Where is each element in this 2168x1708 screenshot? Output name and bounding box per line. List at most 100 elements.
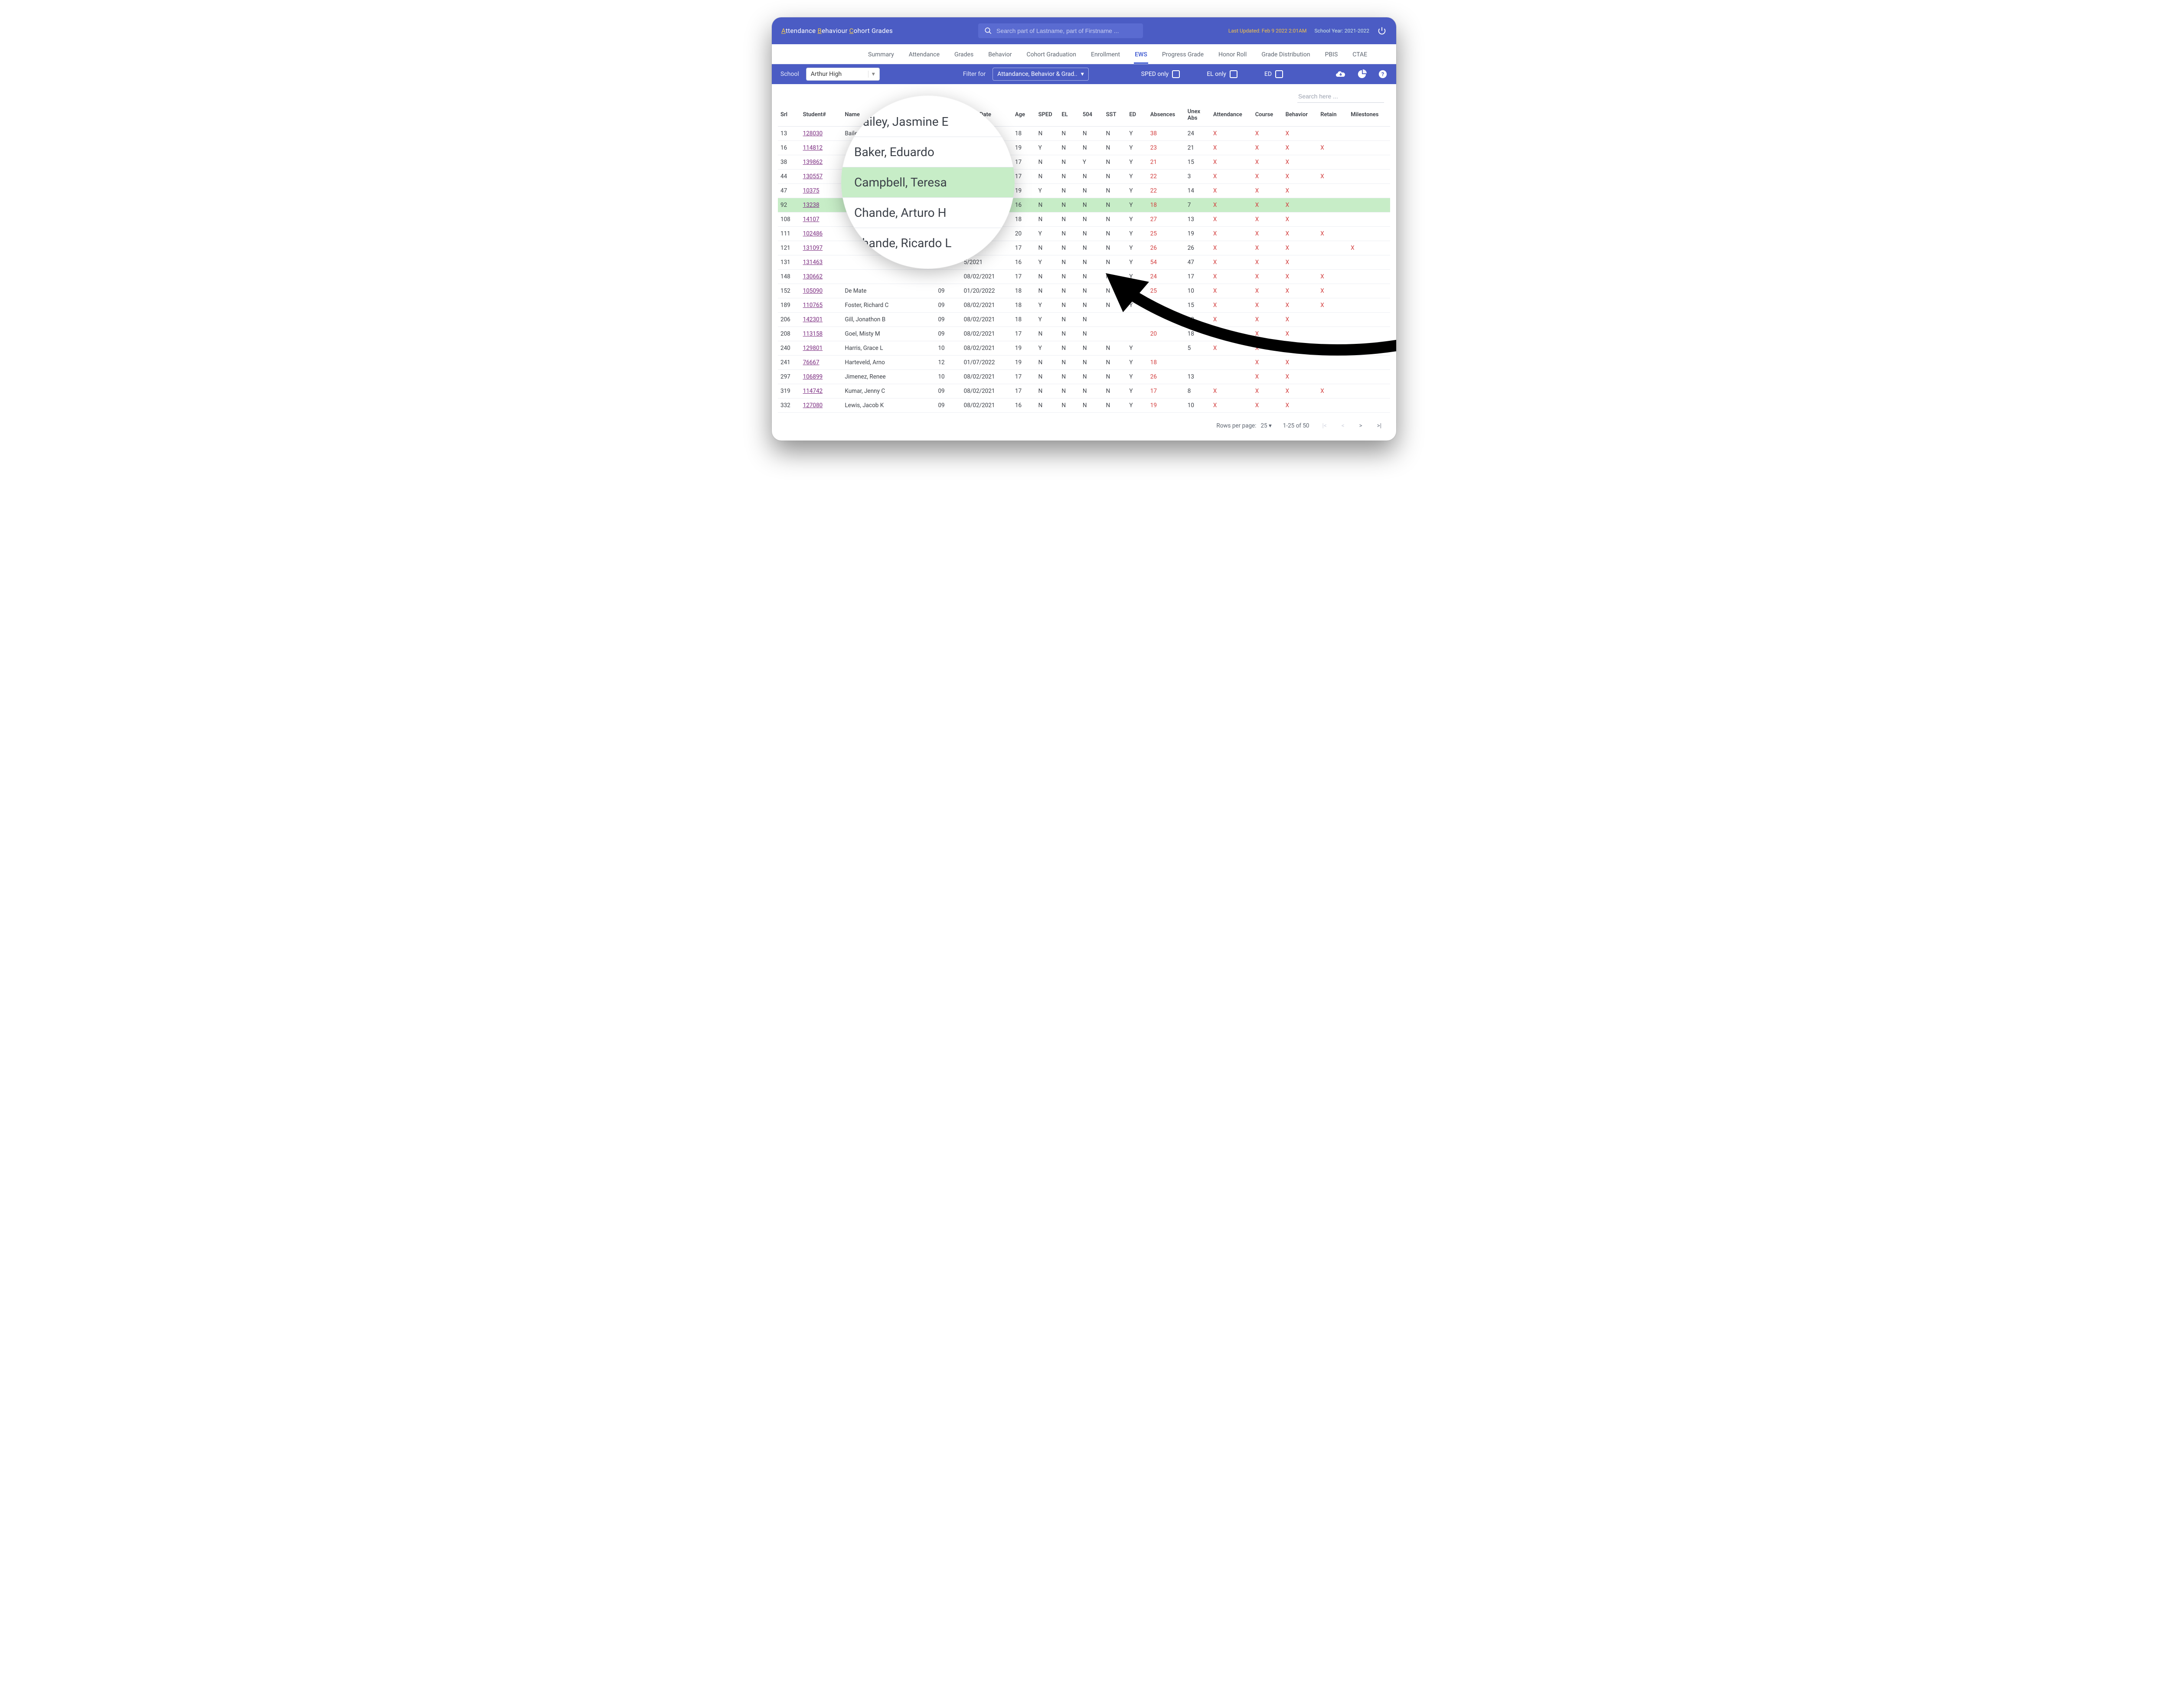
- filter-for-select[interactable]: Attandance, Behavior & Grad.. ▾: [993, 68, 1089, 81]
- first-page-button[interactable]: |<: [1321, 421, 1329, 431]
- table-row[interactable]: 189110765Foster, Richard C0908/02/202118…: [778, 298, 1390, 312]
- table-row[interactable]: 152105090De Mate0901/20/202218NNNNY2510X…: [778, 284, 1390, 298]
- student-link[interactable]: 131463: [803, 259, 823, 266]
- col-behavior[interactable]: Behavior: [1283, 105, 1318, 126]
- tabstrip: Summary Attendance Grades Behavior Cohor…: [772, 44, 1396, 64]
- prev-page-button[interactable]: <: [1340, 421, 1346, 431]
- student-link[interactable]: 110765: [803, 302, 823, 309]
- student-link[interactable]: 102486: [803, 230, 823, 237]
- table-row[interactable]: 14813066208/02/202117NNNNY2417XXXX: [778, 269, 1390, 284]
- student-link[interactable]: 106899: [803, 373, 823, 380]
- col-retain[interactable]: Retain: [1318, 105, 1348, 126]
- student-link[interactable]: 129801: [803, 345, 823, 352]
- tab-behavior[interactable]: Behavior: [987, 49, 1012, 64]
- table-row[interactable]: 24176667Harteveld, Arno1201/07/202219NNN…: [778, 355, 1390, 369]
- school-select-value: Arthur High: [811, 71, 842, 78]
- rows-per-select[interactable]: 25 ▾: [1260, 422, 1271, 429]
- school-year: School Year: 2021-2022: [1314, 28, 1369, 34]
- topbar: Attendance Behaviour Cohort Grades Last …: [772, 17, 1396, 44]
- brand-title: Attendance Behaviour Cohort Grades: [781, 27, 893, 35]
- power-button[interactable]: [1377, 26, 1387, 36]
- table-row[interactable]: 1311314635/202116YNNNY5447XXX: [778, 255, 1390, 269]
- table-row[interactable]: 297106899Jimenez, Renee1008/02/202117NNN…: [778, 369, 1390, 384]
- tab-grades[interactable]: Grades: [953, 49, 974, 64]
- last-updated: Last Updated: Feb 9 2022 2:01AM: [1228, 28, 1307, 34]
- last-page-button[interactable]: >|: [1375, 421, 1383, 431]
- checkbox-icon: [1172, 70, 1180, 78]
- student-link[interactable]: 105090: [803, 287, 823, 294]
- col-unex-abs[interactable]: Unex Abs: [1185, 105, 1211, 126]
- col-absences[interactable]: Absences: [1148, 105, 1185, 126]
- chevron-down-icon: ▾: [1081, 71, 1084, 78]
- table-row[interactable]: 319114742Kumar, Jenny C0908/02/202117NNN…: [778, 384, 1390, 398]
- header-meta: Last Updated: Feb 9 2022 2:01AM School Y…: [1228, 26, 1387, 36]
- student-link[interactable]: 131097: [803, 245, 823, 251]
- col-course[interactable]: Course: [1253, 105, 1283, 126]
- col-age[interactable]: Age: [1012, 105, 1036, 126]
- tab-cohort-graduation[interactable]: Cohort Graduation: [1026, 49, 1077, 64]
- col-sst[interactable]: SST: [1104, 105, 1127, 126]
- student-link[interactable]: 76667: [803, 359, 820, 366]
- student-link[interactable]: 13238: [803, 202, 820, 209]
- tab-ews[interactable]: EWS: [1134, 49, 1148, 64]
- tab-ctae[interactable]: CTAE: [1352, 49, 1368, 64]
- col-student[interactable]: Student#: [800, 105, 842, 126]
- ed-checkbox[interactable]: ED: [1264, 70, 1283, 78]
- magnifier-overlay: ailey, Jasmine E Baker, Eduardo Campbell…: [841, 95, 1015, 269]
- filter-for-label: Filter for: [963, 71, 986, 78]
- filter-bar: School Arthur High ▾ Filter for Attandan…: [772, 64, 1396, 84]
- col-504[interactable]: 504: [1080, 105, 1104, 126]
- school-label: School: [780, 71, 799, 78]
- table-row[interactable]: 206142301Gill, Jonathon B0908/02/202118Y…: [778, 312, 1390, 327]
- checkbox-icon: [1275, 70, 1283, 78]
- student-link[interactable]: 142301: [803, 316, 823, 323]
- global-search[interactable]: [978, 23, 1143, 38]
- chart-button[interactable]: [1357, 69, 1367, 79]
- student-link[interactable]: 139862: [803, 159, 823, 166]
- col-el[interactable]: EL: [1059, 105, 1080, 126]
- student-link[interactable]: 127080: [803, 402, 823, 409]
- col-srl[interactable]: Srl: [778, 105, 800, 126]
- student-link[interactable]: 128030: [803, 130, 823, 137]
- col-ed[interactable]: ED: [1126, 105, 1147, 126]
- magnifier-row: Baker, Eduardo: [841, 137, 1015, 167]
- tab-attendance[interactable]: Attendance: [908, 49, 940, 64]
- app-frame: Attendance Behaviour Cohort Grades Last …: [772, 17, 1396, 441]
- table-row[interactable]: 240129801Harris, Grace L1008/02/202119YN…: [778, 341, 1390, 355]
- tab-progress-grade[interactable]: Progress Grade: [1161, 49, 1205, 64]
- school-select[interactable]: Arthur High ▾: [806, 68, 880, 81]
- svg-text:?: ?: [1381, 72, 1384, 78]
- magnifier-row-highlight: Campbell, Teresa: [841, 167, 1015, 197]
- sped-only-checkbox[interactable]: SPED only: [1141, 70, 1180, 78]
- table-row[interactable]: 208113158Goel, Misty M0908/02/202117NNN2…: [778, 327, 1390, 341]
- tab-enrollment[interactable]: Enrollment: [1090, 49, 1121, 64]
- tab-grade-distribution[interactable]: Grade Distribution: [1260, 49, 1311, 64]
- student-link[interactable]: 130557: [803, 173, 823, 180]
- student-link[interactable]: 114812: [803, 144, 823, 151]
- filter-for-value: Attandance, Behavior & Grad..: [997, 71, 1077, 78]
- student-link[interactable]: 14107: [803, 216, 820, 223]
- checkbox-icon: [1230, 70, 1237, 78]
- table-row[interactable]: 332127080Lewis, Jacob K0908/02/202116NNN…: [778, 398, 1390, 412]
- col-sped[interactable]: SPED: [1036, 105, 1059, 126]
- help-button[interactable]: ?: [1378, 69, 1388, 79]
- download-button[interactable]: [1335, 69, 1346, 79]
- global-search-input[interactable]: [996, 27, 1137, 34]
- next-page-button[interactable]: >: [1358, 421, 1364, 431]
- col-milestones[interactable]: Milestones: [1348, 105, 1390, 126]
- student-link[interactable]: 114742: [803, 388, 823, 395]
- table-search-row: [772, 84, 1396, 105]
- tab-honor-roll[interactable]: Honor Roll: [1218, 49, 1247, 64]
- student-link[interactable]: 130662: [803, 273, 823, 280]
- table-search-input[interactable]: [1297, 90, 1384, 103]
- student-link[interactable]: 10375: [803, 187, 820, 194]
- tab-pbis[interactable]: PBIS: [1324, 49, 1339, 64]
- tab-summary[interactable]: Summary: [867, 49, 895, 64]
- student-link[interactable]: 113158: [803, 330, 823, 337]
- chevron-down-icon: ▾: [868, 71, 875, 78]
- search-icon: [984, 27, 992, 35]
- magnifier-row: Chande, Arturo H: [841, 197, 1015, 228]
- el-only-checkbox[interactable]: EL only: [1207, 70, 1237, 78]
- page-range: 1-25 of 50: [1283, 422, 1309, 429]
- col-attendance[interactable]: Attendance: [1211, 105, 1253, 126]
